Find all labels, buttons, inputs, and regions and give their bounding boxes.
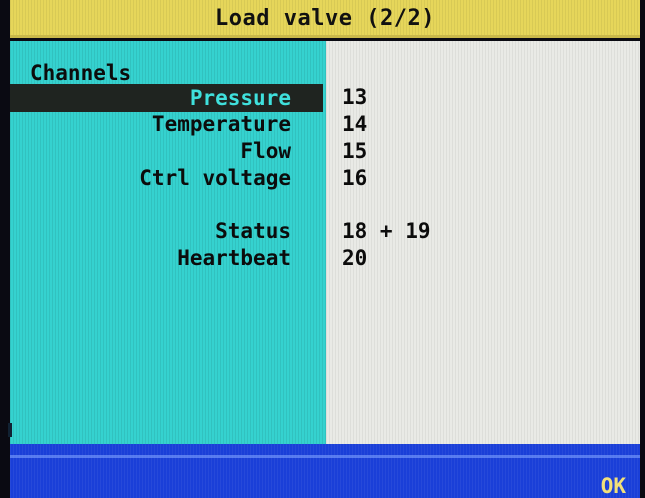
bottom-separator [10, 455, 640, 458]
device-screen: Load valve (2/2) Channels Pressure 13 Te… [0, 0, 645, 498]
list-item-pressure[interactable]: Pressure [10, 84, 323, 112]
scroll-indicator [8, 423, 12, 437]
row-value: 15 [342, 139, 368, 163]
row-value: 14 [342, 112, 368, 136]
row-value: 18 + 19 [342, 219, 431, 243]
row-value: 13 [342, 85, 368, 109]
row-value: 20 [342, 246, 368, 270]
list-item-status[interactable]: Status [215, 219, 291, 243]
list-item-heartbeat[interactable]: Heartbeat [177, 246, 291, 270]
section-heading: Channels [30, 61, 132, 85]
list-item-ctrl-voltage[interactable]: Ctrl voltage [139, 166, 291, 190]
row-value: 16 [342, 166, 368, 190]
row-label: Pressure [189, 86, 291, 110]
window-title: Load valve (2/2) [215, 6, 435, 31]
list-item-temperature[interactable]: Temperature [152, 112, 291, 136]
title-bar: Load valve (2/2) [10, 0, 640, 38]
bottom-bar: OK [10, 444, 640, 498]
ok-button[interactable]: OK [601, 474, 626, 498]
list-item-flow[interactable]: Flow [240, 139, 291, 163]
